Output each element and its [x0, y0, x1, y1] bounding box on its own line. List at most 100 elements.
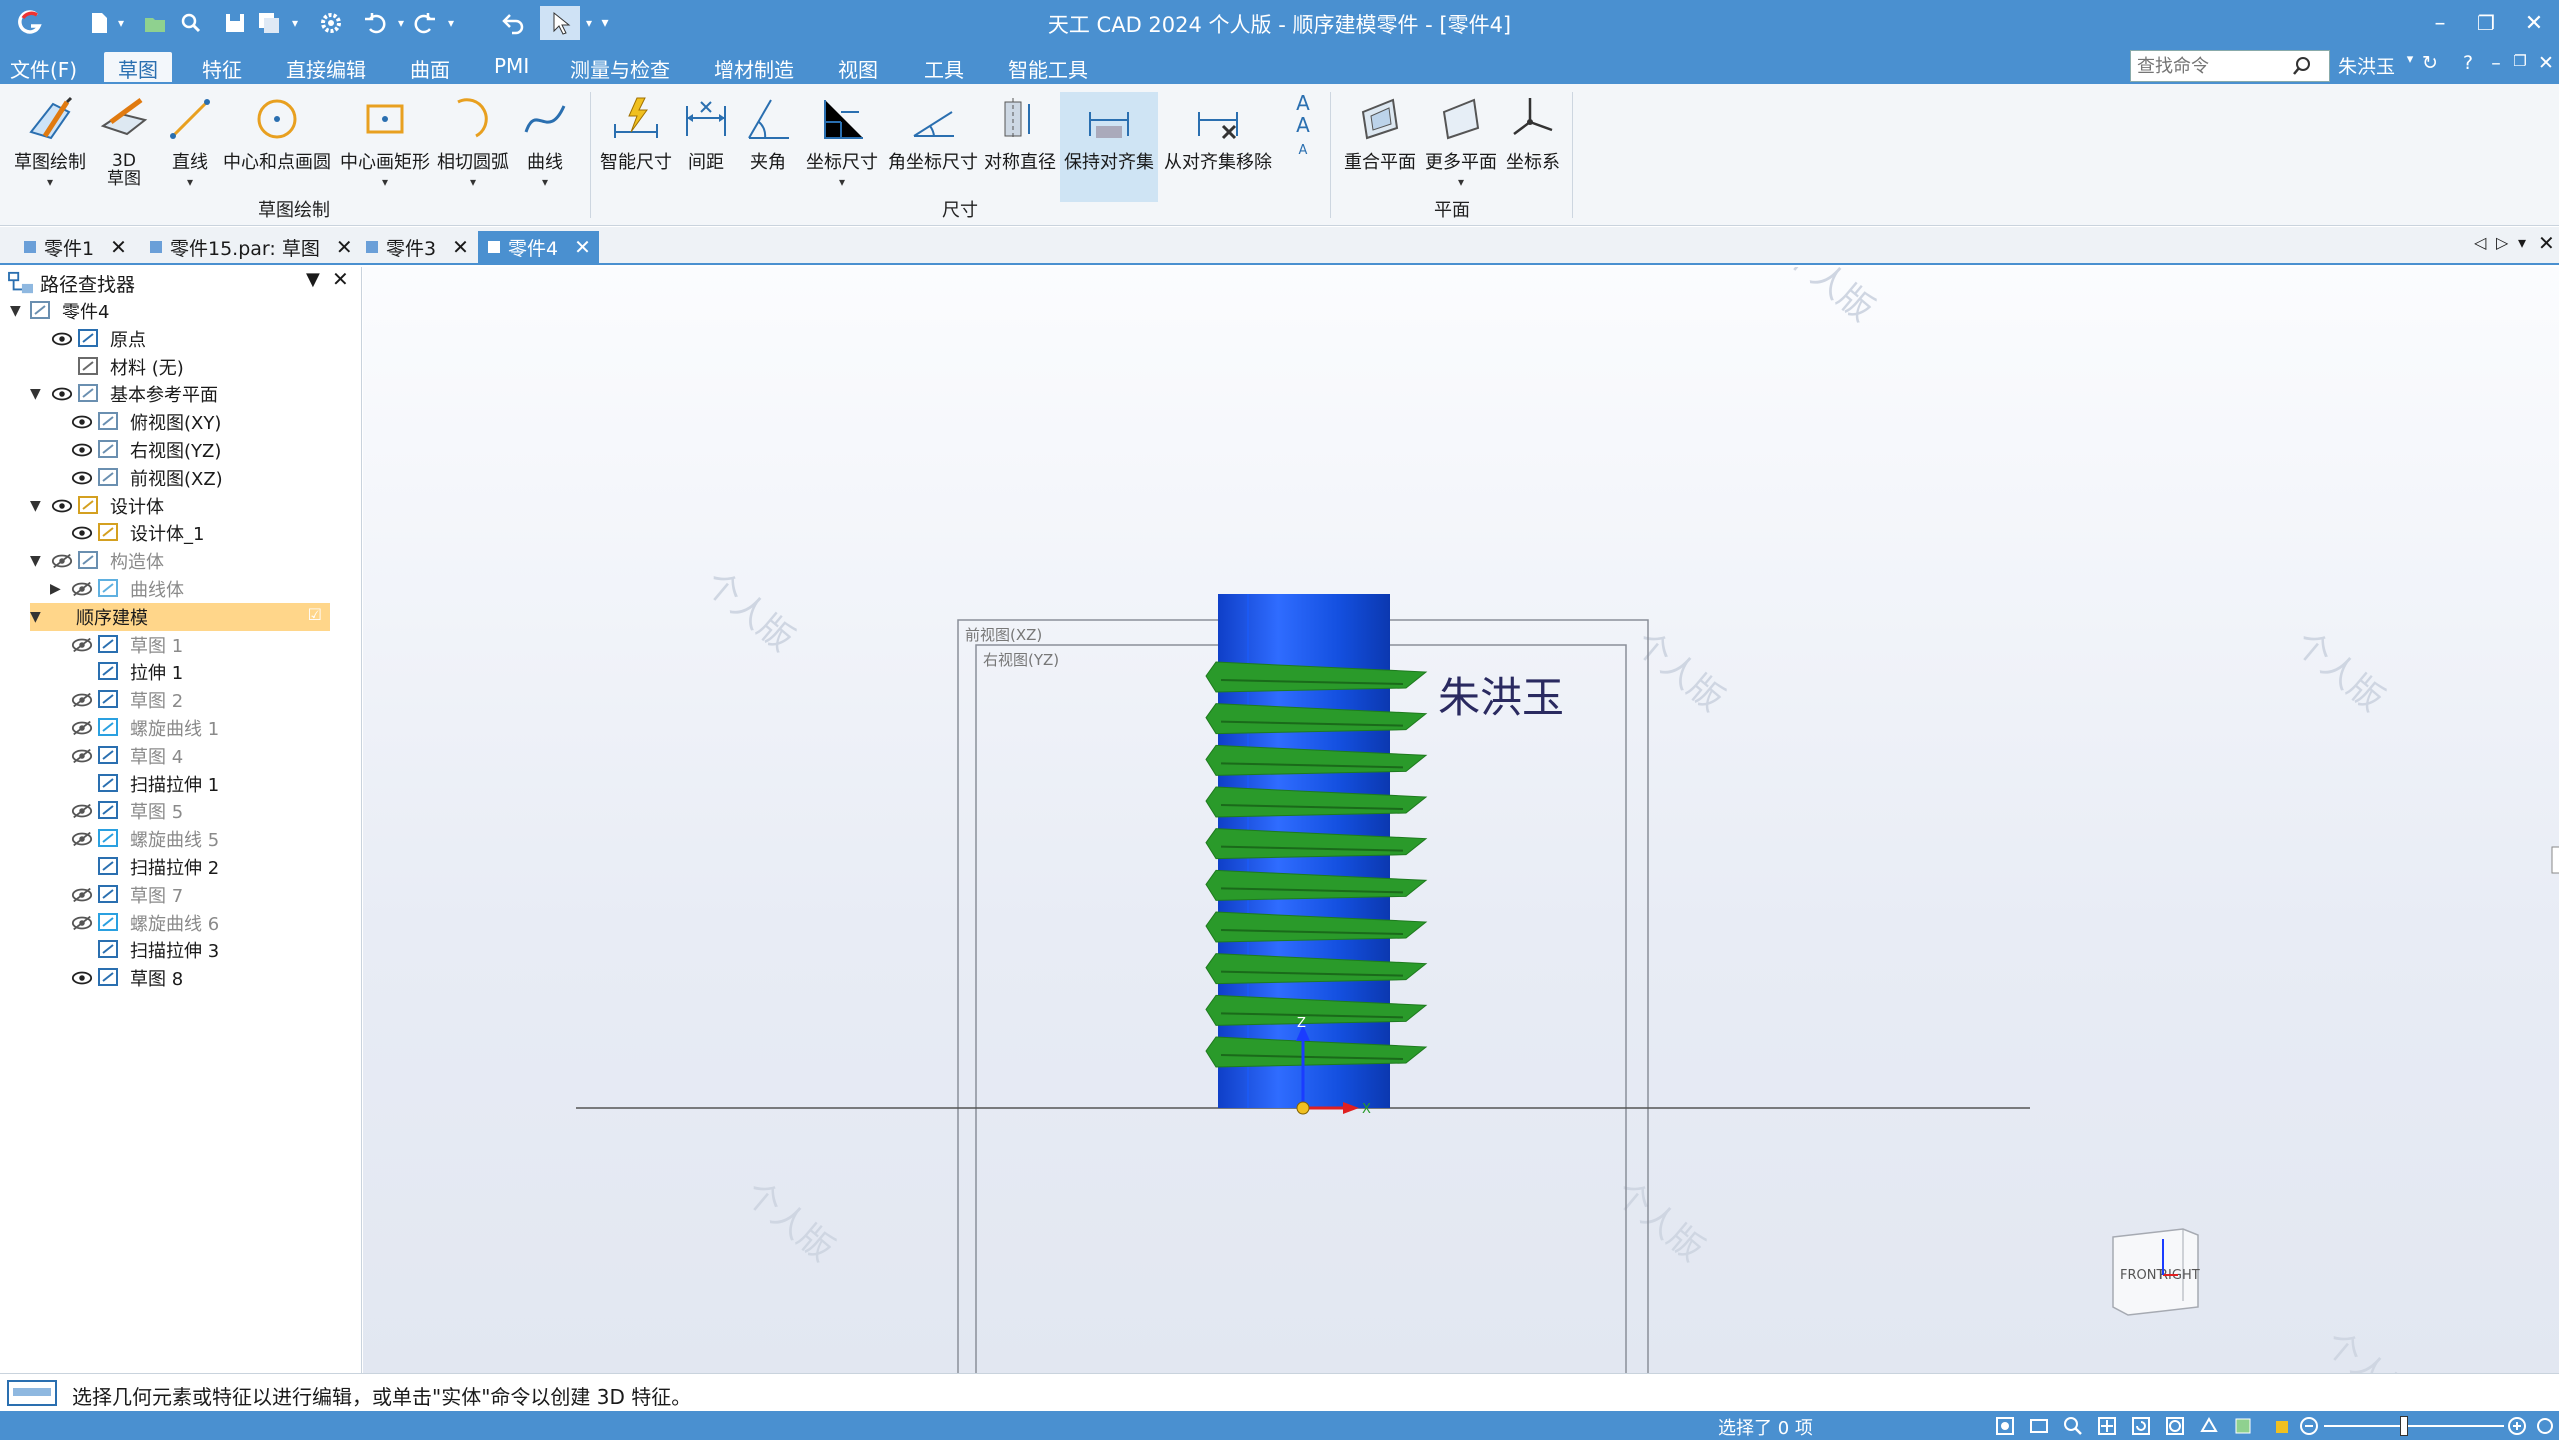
eye-icon[interactable]	[68, 525, 96, 541]
doc-tab[interactable]: 零件1 ✕	[14, 231, 135, 263]
eye-icon[interactable]	[68, 470, 96, 486]
origin-point[interactable]	[1296, 1101, 1310, 1115]
doc-restore-icon[interactable]: ❐	[2508, 52, 2532, 70]
thread-band[interactable]	[1205, 1036, 1428, 1068]
close-icon[interactable]: ✕	[452, 235, 469, 259]
eye-icon[interactable]	[68, 970, 96, 986]
tree-item[interactable]: 螺旋曲线 1	[50, 714, 219, 742]
eye-hidden-icon[interactable]	[68, 831, 96, 847]
tree-item[interactable]: 草图 1	[50, 631, 183, 659]
thread-band[interactable]	[1205, 744, 1428, 776]
tree-item[interactable]: ▼ 基本参考平面	[30, 380, 218, 408]
zoom-slider-track[interactable]	[2324, 1425, 2504, 1427]
panel-close-icon[interactable]: ✕	[332, 267, 349, 291]
menu-tools[interactable]: 工具	[910, 52, 978, 82]
symmetric-diameter-button[interactable]: 对称直径	[982, 92, 1058, 202]
display-mode-icon[interactable]	[2232, 1415, 2254, 1437]
doc-tab-active[interactable]: 零件4 ✕	[478, 231, 599, 263]
tree-item[interactable]: 右视图(YZ)	[50, 436, 221, 464]
menu-surface[interactable]: 曲面	[396, 52, 464, 82]
graphics-viewport[interactable]: 个人版 个人版 个人版 个人版 个人版 个人版 个人版 前视图(XZ) 右视图(…	[363, 267, 2559, 1373]
tab-scroll-left-icon[interactable]: ◁	[2474, 233, 2486, 252]
tree-item[interactable]: 拉伸 1	[50, 658, 183, 686]
menu-feature[interactable]: 特征	[188, 52, 256, 82]
rotate-icon[interactable]	[2130, 1415, 2152, 1437]
eye-hidden-icon[interactable]	[68, 720, 96, 736]
sketch-3d-button[interactable]: 3D 草图	[96, 92, 152, 202]
status-more-icon[interactable]	[2534, 1415, 2556, 1437]
angular-coordinate-button[interactable]: 角坐标尺寸	[886, 92, 980, 202]
collapse-toggle-icon[interactable]: ▼	[30, 386, 48, 402]
menu-file[interactable]: 文件(F)	[0, 52, 91, 82]
tree-item[interactable]: 扫描拉伸 2	[50, 853, 219, 881]
more-planes-button[interactable]: 更多平面 ▾	[1422, 92, 1500, 202]
close-icon[interactable]: ✕	[574, 235, 591, 259]
view-orient-icon[interactable]	[2164, 1415, 2186, 1437]
tree-item[interactable]: 草图 5	[50, 797, 183, 825]
tree-item[interactable]: ▼ 构造体	[30, 547, 164, 575]
thread-band[interactable]	[1205, 828, 1428, 860]
eye-hidden-icon[interactable]	[68, 692, 96, 708]
menu-direct-edit[interactable]: 直接编辑	[272, 52, 380, 82]
eye-icon[interactable]	[48, 331, 76, 347]
keep-alignment-button[interactable]: 保持对齐集	[1060, 92, 1158, 202]
menu-measure[interactable]: 测量与检查	[556, 52, 684, 82]
zoom-out-icon[interactable]	[2298, 1415, 2320, 1437]
tree-item[interactable]: 草图 2	[50, 686, 183, 714]
zoom-area-icon[interactable]	[2028, 1415, 2050, 1437]
ribbon-minimize-icon[interactable]: –	[2484, 52, 2508, 74]
thread-band[interactable]	[1205, 703, 1428, 735]
panel-toggle[interactable]	[2551, 846, 2559, 874]
tangent-arc-button[interactable]: 相切圆弧 ▾	[436, 92, 510, 202]
remove-alignment-button[interactable]: 从对齐集移除	[1162, 92, 1274, 202]
thread-band[interactable]	[1205, 661, 1428, 693]
close-icon[interactable]: ✕	[2514, 6, 2554, 40]
view-cube[interactable]: FRONT RIGHT	[2112, 1228, 2200, 1316]
doc-close-icon[interactable]: ✕	[2534, 52, 2558, 74]
line-button[interactable]: 直线 ▾	[162, 92, 218, 202]
view-cube-front[interactable]: FRONT	[2120, 1268, 2164, 1283]
eye-icon[interactable]	[68, 442, 96, 458]
eye-icon[interactable]	[68, 414, 96, 430]
close-all-icon[interactable]: ✕	[2538, 231, 2555, 255]
menu-smart-tools[interactable]: 智能工具	[994, 52, 1102, 82]
zoom-slider-thumb[interactable]	[2400, 1416, 2408, 1436]
collapse-toggle-icon[interactable]: ▼	[30, 553, 48, 569]
help-icon[interactable]: ?	[2456, 52, 2480, 74]
model-scene[interactable]: 个人版 个人版 个人版 个人版 个人版 个人版 个人版 前视图(XZ) 右视图(…	[363, 267, 2559, 1373]
pan-icon[interactable]	[2096, 1415, 2118, 1437]
collapse-toggle-icon[interactable]: ▼	[30, 609, 48, 625]
thread-band[interactable]	[1205, 869, 1428, 901]
menu-sketch[interactable]: 草图	[104, 52, 172, 82]
tree-item[interactable]: 前视图(XZ)	[50, 464, 223, 492]
coordinate-dimension-button[interactable]: 坐标尺寸 ▾	[804, 92, 880, 202]
menu-view[interactable]: 视图	[824, 52, 892, 82]
user-account[interactable]: 朱洪玉	[2338, 52, 2395, 79]
doc-tab[interactable]: 零件3 ✕	[356, 231, 477, 263]
angle-button[interactable]: 夹角	[742, 92, 794, 202]
rectangle-center-button[interactable]: 中心画矩形 ▾	[338, 92, 432, 202]
tree-item[interactable]: 草图 8	[50, 964, 183, 992]
minimize-icon[interactable]: –	[2420, 6, 2460, 40]
tab-scroll-right-icon[interactable]: ▷	[2496, 233, 2508, 252]
thread-band[interactable]	[1205, 994, 1428, 1026]
restore-icon[interactable]: ❐	[2466, 6, 2506, 40]
zoom-in-icon[interactable]	[2506, 1415, 2528, 1437]
doc-tab[interactable]: 零件15.par: 草图 ✕	[140, 231, 361, 263]
eye-icon[interactable]	[48, 386, 76, 402]
tree-item[interactable]: 材料 (无)	[30, 353, 184, 381]
command-search-input[interactable]	[2131, 55, 2291, 77]
tree-item[interactable]: ▶ 曲线体	[50, 575, 184, 603]
fit-view-icon[interactable]	[1994, 1415, 2016, 1437]
coincident-plane-button[interactable]: 重合平面	[1340, 92, 1420, 202]
sketch-draw-button[interactable]: 草图绘制 ▾	[10, 92, 90, 202]
collapse-toggle-icon[interactable]: ▼	[10, 303, 28, 319]
tree-item[interactable]: 设计体_1	[50, 519, 204, 547]
view-style-icon[interactable]	[2198, 1415, 2220, 1437]
tree-item[interactable]: 俯视图(XY)	[50, 408, 221, 436]
tree-item[interactable]: 螺旋曲线 5	[50, 825, 219, 853]
thread-band[interactable]	[1205, 953, 1428, 985]
tree-item[interactable]: ▼ 设计体	[30, 492, 164, 520]
tab-list-icon[interactable]: ▾	[2518, 233, 2526, 252]
circle-center-button[interactable]: 中心和点画圆	[222, 92, 332, 202]
